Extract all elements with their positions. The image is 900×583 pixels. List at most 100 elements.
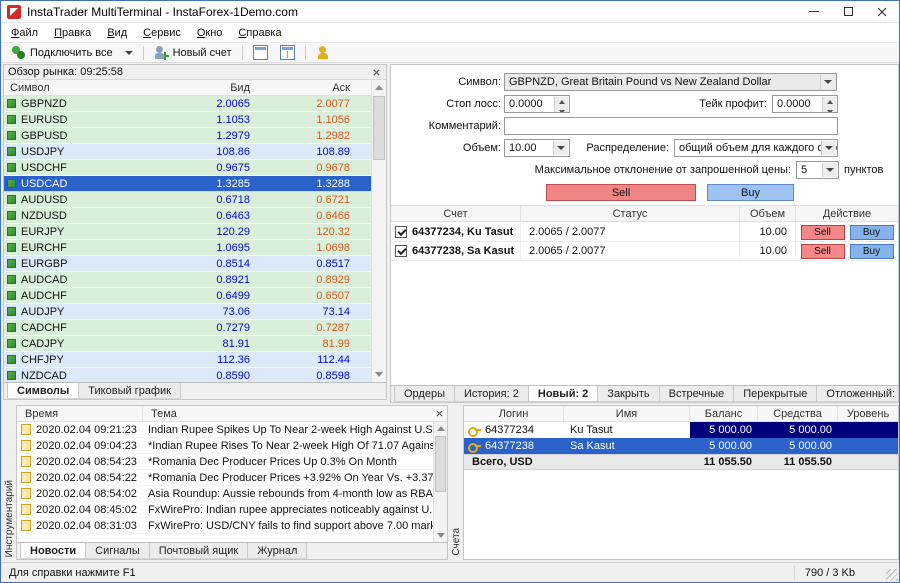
symbol-name: USDCHF <box>21 162 67 174</box>
market-row[interactable]: NZDCAD0.85900.8598 <box>4 368 371 382</box>
row-sell-button[interactable]: Sell <box>801 225 845 240</box>
order-row[interactable]: 64377234, Ku Tasut 2.0065 / 2.0077 10.00… <box>391 223 898 242</box>
menu-help[interactable]: Справка <box>230 25 289 41</box>
tab-signals[interactable]: Сигналы <box>86 543 150 559</box>
spin-up-icon[interactable] <box>822 97 836 107</box>
menu-service[interactable]: Сервис <box>135 25 189 41</box>
column-action: Действие <box>796 206 898 221</box>
market-row[interactable]: CHFJPY112.36112.44 <box>4 352 371 368</box>
chevron-down-icon[interactable] <box>820 75 835 89</box>
new-account-button[interactable]: Новый счет <box>148 44 238 62</box>
market-row[interactable]: CADCHF0.72790.7287 <box>4 320 371 336</box>
market-row[interactable]: AUDCAD0.89210.8929 <box>4 272 371 288</box>
connect-all-button[interactable]: Подключить все <box>5 44 119 62</box>
maximize-button[interactable] <box>831 1 865 22</box>
news-row[interactable]: 2020.02.04 08:54:02Asia Roundup: Aussie … <box>17 486 433 502</box>
account-checkbox[interactable] <box>395 226 407 238</box>
news-row[interactable]: 2020.02.04 08:31:03FxWirePro: USD/CNY fa… <box>17 518 433 534</box>
connect-all-dropdown[interactable] <box>119 44 139 62</box>
tab-counter[interactable]: Встречные <box>660 386 735 402</box>
accounts-vertical-tab[interactable]: Счета <box>451 528 462 556</box>
account-row[interactable]: 64377234 Ku Tasut 5 000.00 5 000.00 <box>464 422 898 438</box>
bid-value: 1.2979 <box>154 130 259 142</box>
resize-grip[interactable] <box>886 569 898 581</box>
scrollbar-thumb[interactable] <box>435 436 446 492</box>
scrollbar-thumb[interactable] <box>373 96 385 160</box>
scroll-up-button[interactable] <box>434 422 447 435</box>
layout-one-button[interactable] <box>247 44 274 62</box>
market-row[interactable]: AUDCHF0.64990.6507 <box>4 288 371 304</box>
spin-down-icon[interactable] <box>554 107 568 113</box>
tab-new[interactable]: Новый: 2 <box>529 386 598 402</box>
menu-edit[interactable]: Правка <box>46 25 99 41</box>
market-watch-close-button[interactable] <box>370 66 382 78</box>
market-row[interactable]: AUDJPY73.0673.14 <box>4 304 371 320</box>
close-button[interactable] <box>865 1 899 22</box>
news-close-button[interactable] <box>433 408 445 420</box>
tab-close[interactable]: Закрыть <box>598 386 659 402</box>
market-row[interactable]: EURJPY120.29120.32 <box>4 224 371 240</box>
spin-down-icon[interactable] <box>822 107 836 113</box>
market-row[interactable]: GBPNZD2.00652.0077 <box>4 96 371 112</box>
tab-history[interactable]: История: 2 <box>455 386 529 402</box>
account-checkbox[interactable] <box>395 245 407 257</box>
menu-window[interactable]: Окно <box>189 25 231 41</box>
buy-button[interactable]: Buy <box>707 184 794 201</box>
layout-split-button[interactable] <box>274 44 301 62</box>
market-row[interactable]: EURCHF1.06951.0698 <box>4 240 371 256</box>
market-row[interactable]: EURUSD1.10531.1056 <box>4 112 371 128</box>
tab-pending[interactable]: Отложенный: 2 <box>817 386 898 402</box>
chevron-down-icon[interactable] <box>553 141 568 155</box>
tab-orders[interactable]: Ордеры <box>394 386 455 402</box>
account-row-selected[interactable]: 64377238 Sa Kasut 5 000.00 5 000.00 <box>464 438 898 454</box>
news-row[interactable]: 2020.02.04 09:21:23Indian Rupee Spikes U… <box>17 422 433 438</box>
market-row[interactable]: CADJPY81.9181.99 <box>4 336 371 352</box>
bid-value: 0.8590 <box>154 370 259 382</box>
market-row[interactable]: NZDUSD0.64630.6466 <box>4 208 371 224</box>
market-row[interactable]: USDJPY108.86108.89 <box>4 144 371 160</box>
market-row[interactable]: GBPUSD1.29791.2982 <box>4 128 371 144</box>
market-row-selected[interactable]: USDCAD1.32851.3288 <box>4 176 371 192</box>
chevron-down-icon[interactable] <box>822 163 837 177</box>
news-time: 2020.02.04 08:54:22 <box>36 472 148 484</box>
symbol-select[interactable]: GBPNZD, Great Britain Pound vs New Zeala… <box>504 73 837 91</box>
take-profit-input[interactable]: 0.0000 <box>772 95 838 113</box>
news-tabs: Новости Сигналы Почтовый ящик Журнал <box>17 542 447 559</box>
toolbox-vertical-tab[interactable]: Инструментарий <box>4 480 15 557</box>
news-row[interactable]: 2020.02.04 09:04:23*Indian Rupee Rises T… <box>17 438 433 454</box>
row-buy-button[interactable]: Buy <box>850 225 894 240</box>
accounts-button[interactable] <box>310 44 337 62</box>
tab-symbols[interactable]: Символы <box>7 383 79 399</box>
spin-up-icon[interactable] <box>554 97 568 107</box>
stop-loss-input[interactable]: 0.0000 <box>504 95 570 113</box>
market-row[interactable]: EURGBP0.85140.8517 <box>4 256 371 272</box>
menu-view[interactable]: Вид <box>99 25 135 41</box>
menu-file[interactable]: Файл <box>3 25 46 41</box>
row-buy-button[interactable]: Buy <box>850 244 894 259</box>
tab-tick-chart[interactable]: Тиковый график <box>79 383 181 399</box>
distribution-select[interactable]: общий объем для каждого ордера <box>674 139 838 157</box>
order-row[interactable]: 64377238, Sa Kasut 2.0065 / 2.0077 10.00… <box>391 242 898 261</box>
sell-button[interactable]: Sell <box>546 184 696 201</box>
tab-journal[interactable]: Журнал <box>248 543 307 559</box>
tab-news[interactable]: Новости <box>20 543 86 559</box>
tab-overlapped[interactable]: Перекрытые <box>734 386 817 402</box>
deviation-select[interactable]: 5 <box>796 161 839 179</box>
news-row[interactable]: 2020.02.04 08:45:02FxWirePro: Indian rup… <box>17 502 433 518</box>
market-row[interactable]: USDCHF0.96750.9678 <box>4 160 371 176</box>
chevron-down-icon[interactable] <box>821 141 836 155</box>
scroll-up-button[interactable] <box>372 80 386 95</box>
minimize-button[interactable] <box>797 1 831 22</box>
row-sell-button[interactable]: Sell <box>801 244 845 259</box>
scroll-down-button[interactable] <box>434 529 447 542</box>
news-scrollbar[interactable] <box>433 422 447 542</box>
market-row[interactable]: AUDUSD0.67180.6721 <box>4 192 371 208</box>
market-watch-scrollbar[interactable] <box>371 80 386 382</box>
tab-mailbox[interactable]: Почтовый ящик <box>150 543 248 559</box>
connect-icon <box>11 45 26 60</box>
scroll-down-button[interactable] <box>372 367 386 382</box>
news-row[interactable]: 2020.02.04 08:54:22*Romania Dec Producer… <box>17 470 433 486</box>
volume-select[interactable]: 10.00 <box>504 139 570 157</box>
news-row[interactable]: 2020.02.04 08:54:23*Romania Dec Producer… <box>17 454 433 470</box>
comment-input[interactable] <box>507 118 837 134</box>
